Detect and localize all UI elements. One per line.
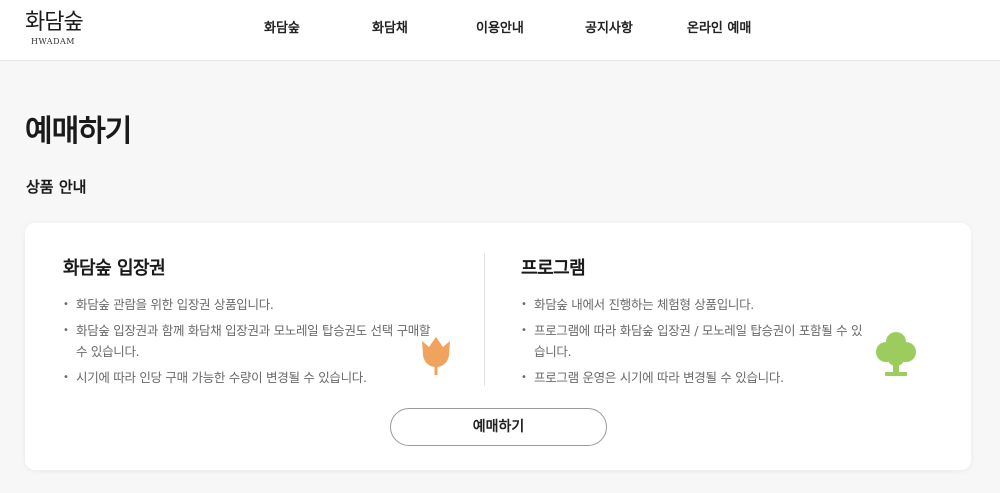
nav-item-guide[interactable]: 이용안내 [476, 19, 524, 39]
site-header: 화담숲 HWADAM 화담숲 화담채 이용안내 공지사항 온라인 예매 [0, 0, 1000, 61]
list-item: 프로그램 운영은 시기에 따라 변경될 수 있습니다. [521, 367, 871, 388]
section-title: 상품 안내 [26, 178, 87, 196]
list-item: 시기에 따라 인당 구매 가능한 수량이 변경될 수 있습니다. [63, 367, 433, 388]
nav-item-notice[interactable]: 공지사항 [585, 19, 633, 39]
list-item: 화담숲 내에서 진행하는 체험형 상품입니다. [521, 294, 871, 315]
nav-item-hwadamchae[interactable]: 화담채 [372, 19, 408, 39]
list-item: 화담숲 관람을 위한 입장권 상품입니다. [63, 294, 433, 315]
product-title-ticket: 화담숲 입장권 [63, 258, 166, 279]
tulip-icon [422, 337, 450, 375]
nav-item-online-booking[interactable]: 온라인 예매 [687, 19, 751, 39]
product-title-program: 프로그램 [521, 258, 586, 279]
product-bullets-program: 화담숲 내에서 진행하는 체험형 상품입니다. 프로그램에 따라 화담숲 입장권… [521, 294, 871, 393]
product-bullets-ticket: 화담숲 관람을 위한 입장권 상품입니다. 화담숲 입장권과 함께 화담채 입장… [63, 294, 433, 393]
tree-icon [876, 332, 916, 376]
nav-item-hwadamsup[interactable]: 화담숲 [264, 19, 300, 39]
logo-subtitle: HWADAM [31, 37, 75, 46]
product-info-card: 화담숲 입장권 화담숲 관람을 위한 입장권 상품입니다. 화담숲 입장권과 함… [25, 223, 971, 470]
card-divider [484, 253, 485, 386]
reserve-button[interactable]: 예매하기 [390, 408, 607, 446]
logo-wordmark: 화담숲 [25, 10, 84, 35]
list-item: 화담숲 입장권과 함께 화담채 입장권과 모노레일 탑승권도 선택 구매할 수 … [63, 320, 433, 362]
site-logo[interactable]: 화담숲 HWADAM [25, 9, 95, 53]
list-item: 프로그램에 따라 화담숲 입장권 / 모노레일 탑승권이 포함될 수 있습니다. [521, 320, 871, 362]
page-title: 예매하기 [25, 114, 132, 149]
